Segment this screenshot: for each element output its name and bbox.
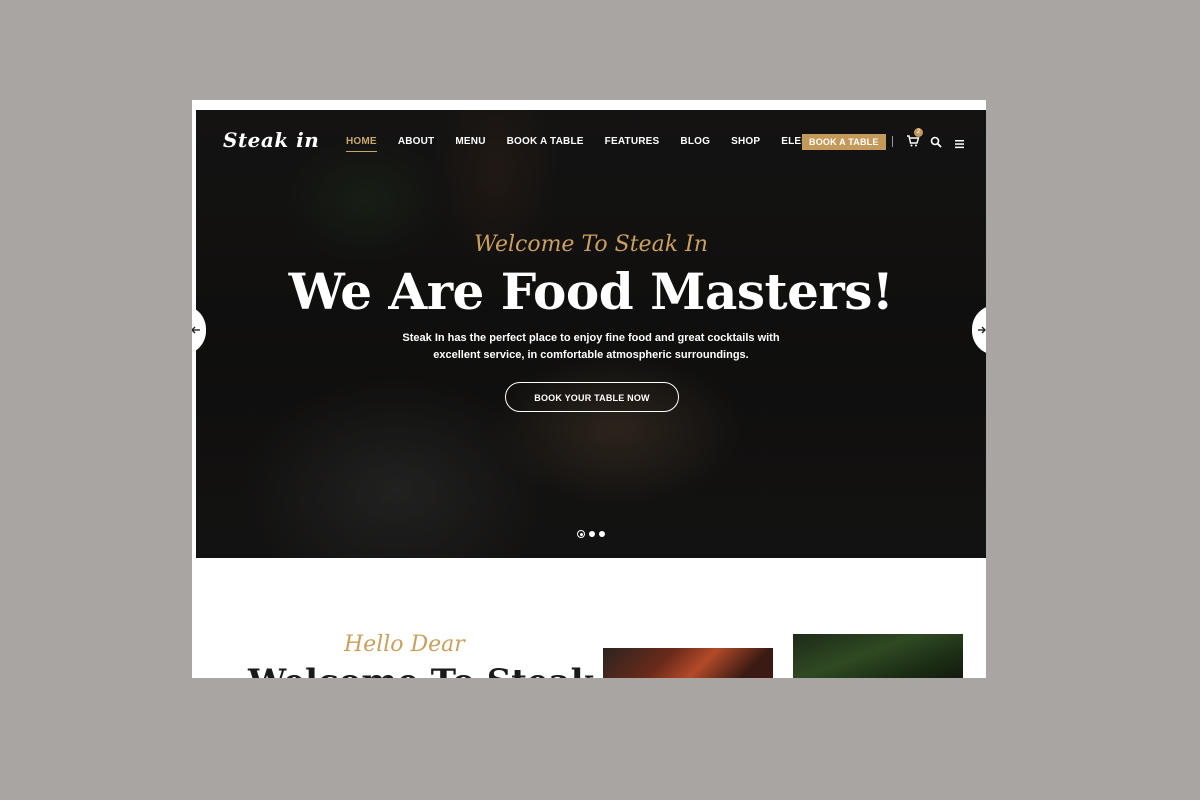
nav-item-book-a-table[interactable]: BOOK A TABLE [507, 136, 584, 152]
nav-item-home[interactable]: HOME [346, 136, 377, 152]
main-nav: HOME ABOUT MENU BOOK A TABLE FEATURES BL… [346, 136, 858, 152]
cart-count-badge: 2 [914, 128, 923, 137]
nav-divider [892, 136, 893, 147]
food-image-2 [793, 634, 963, 678]
slider-dot-2[interactable] [589, 531, 595, 537]
hamburger-icon [955, 140, 964, 149]
slider-prev-button[interactable] [192, 305, 206, 355]
website-screenshot-frame: Steak in HOME ABOUT MENU BOOK A TABLE FE… [192, 100, 986, 678]
book-a-table-button[interactable]: BOOK A TABLE [802, 134, 886, 150]
hero-slider: Steak in HOME ABOUT MENU BOOK A TABLE FE… [196, 110, 986, 558]
search-button[interactable] [930, 135, 942, 148]
nav-item-blog[interactable]: BLOG [680, 136, 710, 152]
slider-dot-3[interactable] [599, 531, 605, 537]
arrow-left-icon [192, 326, 200, 334]
food-image-1 [603, 648, 773, 678]
site-logo[interactable]: Steak in [223, 128, 319, 152]
hero-headline: We Are Food Masters! [288, 262, 894, 321]
hero-description: Steak In has the perfect place to enjoy … [402, 332, 780, 361]
hero-welcome-script: Welcome To Steak In [474, 232, 708, 257]
cart-button[interactable]: 2 [906, 128, 923, 148]
intro-title: Welcome To Steak In [248, 662, 647, 678]
slider-dot-1[interactable] [577, 530, 585, 538]
slider-pagination [577, 530, 605, 538]
hamburger-menu-button[interactable] [954, 136, 966, 149]
nav-item-menu[interactable]: MENU [455, 136, 485, 152]
nav-item-shop[interactable]: SHOP [731, 136, 760, 152]
nav-item-features[interactable]: FEATURES [605, 136, 660, 152]
search-icon [930, 136, 942, 148]
arrow-right-icon [978, 326, 986, 334]
nav-item-about[interactable]: ABOUT [398, 136, 435, 152]
intro-script-heading: Hello Dear [344, 632, 465, 657]
book-your-table-button[interactable]: BOOK YOUR TABLE NOW [505, 382, 679, 412]
slider-next-button[interactable] [972, 305, 986, 355]
